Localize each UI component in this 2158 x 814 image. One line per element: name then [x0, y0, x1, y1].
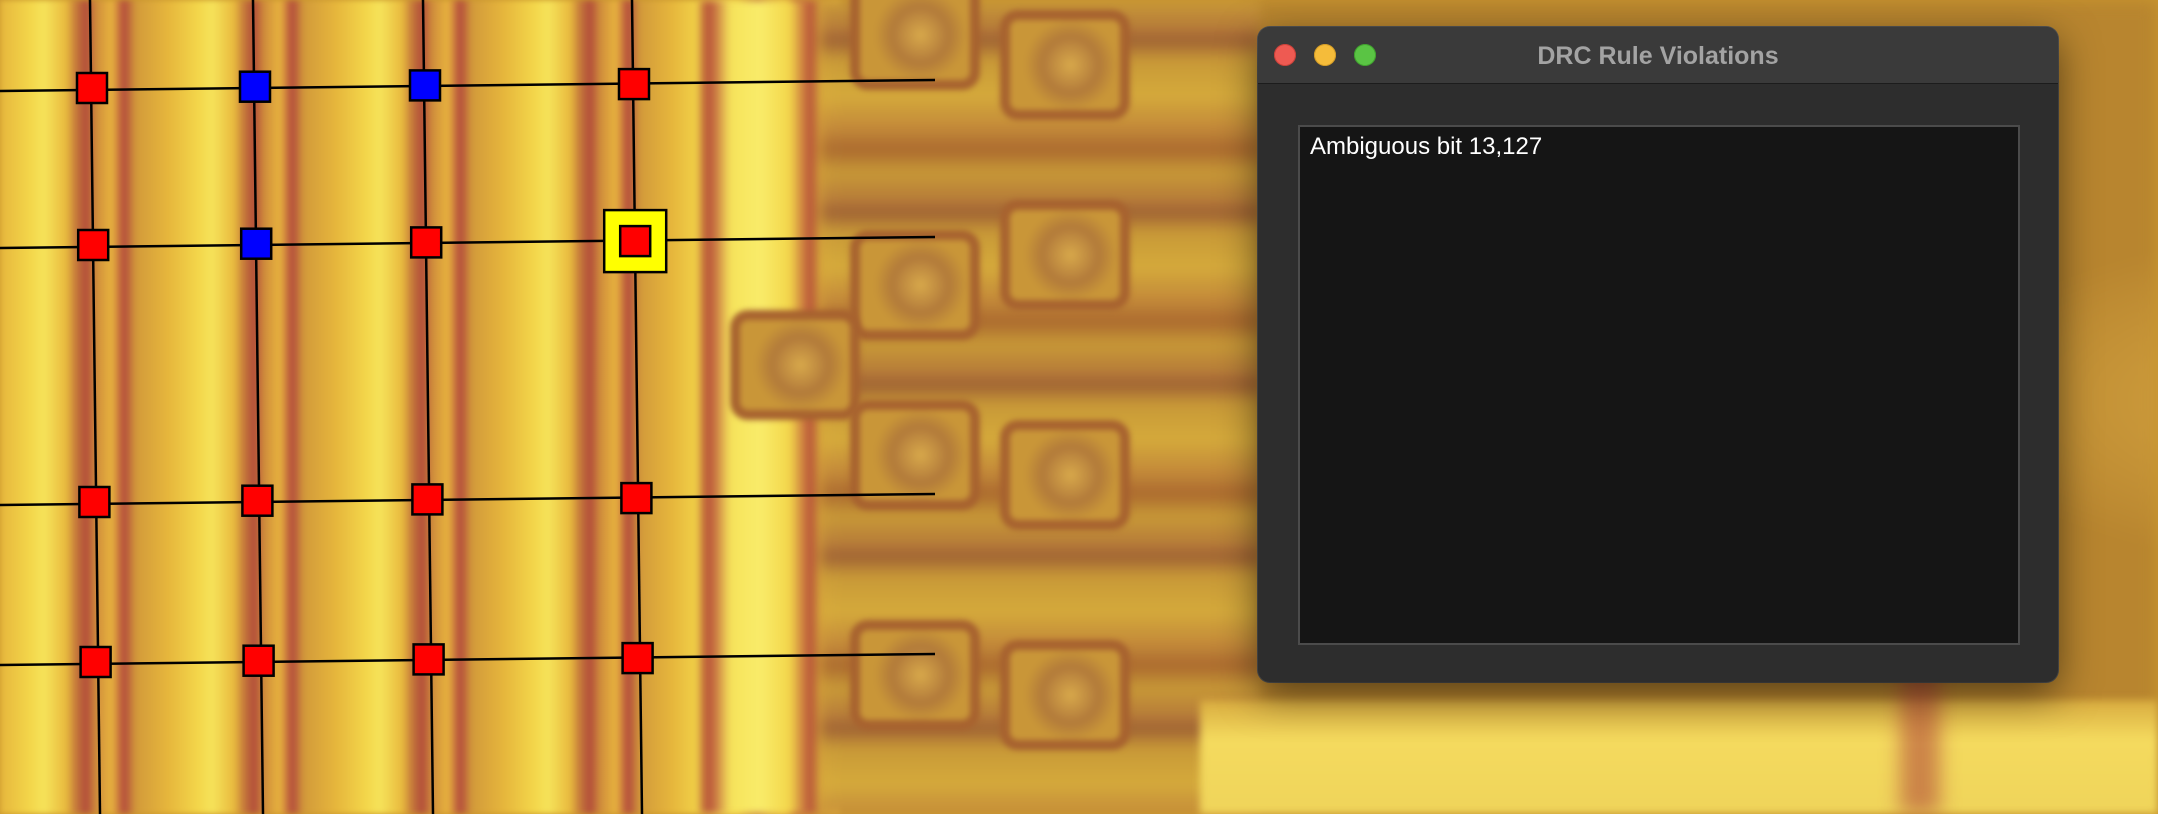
grid-column-line [251, 0, 265, 814]
grid-column-line [88, 0, 102, 814]
bit-cell-zero[interactable] [238, 70, 272, 103]
grid-row-line [0, 235, 936, 250]
grid-cells [75, 67, 668, 679]
grid-row-line [0, 78, 936, 93]
bit-cell-one[interactable] [618, 224, 652, 258]
bit-cell-one[interactable] [241, 484, 274, 517]
window-titlebar[interactable]: DRC Rule Violations [1258, 27, 2058, 84]
grid-row-line [0, 492, 936, 507]
bit-cell-one[interactable] [79, 645, 112, 679]
grid-lines [0, 0, 936, 814]
grid-column-line [630, 0, 644, 814]
grid-column-line [421, 0, 435, 814]
bit-cell-one[interactable] [412, 643, 445, 676]
bit-cell-one[interactable] [621, 641, 654, 675]
grid-row-line [0, 652, 936, 667]
bit-cell-one[interactable] [620, 481, 653, 515]
bit-cell-one[interactable] [411, 483, 444, 516]
bit-cell-zero[interactable] [408, 69, 442, 102]
window-title: DRC Rule Violations [1537, 42, 1779, 70]
drc-window[interactable]: DRC Rule Violations Ambiguous bit 13,127 [1258, 27, 2058, 682]
violations-list[interactable]: Ambiguous bit 13,127 [1298, 125, 2020, 645]
bit-cell-one[interactable] [409, 226, 443, 259]
bit-cell-one[interactable] [78, 485, 111, 519]
bit-cell-one[interactable] [75, 71, 109, 105]
bit-cell-one[interactable] [76, 228, 110, 262]
violation-item[interactable]: Ambiguous bit 13,127 [1300, 127, 2018, 167]
bit-cell-one[interactable] [617, 67, 651, 101]
bit-cell-one[interactable] [242, 644, 275, 677]
bit-cell-zero[interactable] [239, 227, 273, 260]
